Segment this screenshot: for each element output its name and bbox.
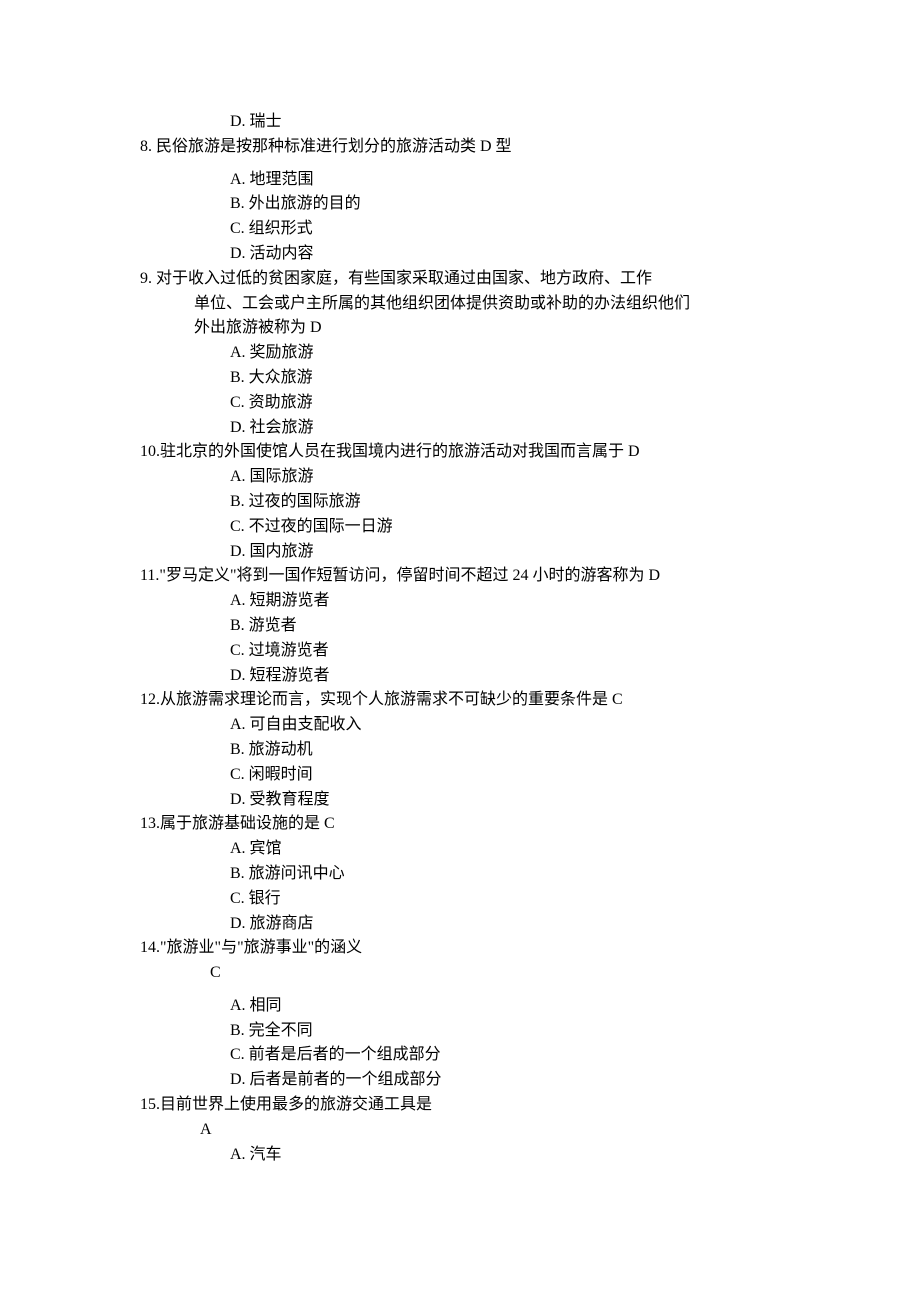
q14-stem: 14."旅游业"与"旅游事业"的涵义	[140, 936, 780, 961]
q13-stem: 13.属于旅游基础设施的是 C	[140, 812, 780, 837]
q12-option-d: D. 受教育程度	[140, 788, 780, 813]
spacer	[140, 160, 780, 168]
q9-option-b: B. 大众旅游	[140, 366, 780, 391]
q11-stem: 11."罗马定义"将到一国作短暂访问，停留时间不超过 24 小时的游客称为 D	[140, 564, 780, 589]
q13-option-b: B. 旅游问讯中心	[140, 862, 780, 887]
q9-option-d: D. 社会旅游	[140, 416, 780, 441]
document-page: D. 瑞士 8. 民俗旅游是按那种标准进行划分的旅游活动类 D 型 A. 地理范…	[0, 0, 920, 1247]
q10-option-a: A. 国际旅游	[140, 465, 780, 490]
q11-option-d: D. 短程游览者	[140, 664, 780, 689]
q9-stem-line1: 9. 对于收入过低的贫困家庭，有些国家采取通过由国家、地方政府、工作	[140, 267, 780, 292]
q14-option-b: B. 完全不同	[140, 1019, 780, 1044]
q12-stem: 12.从旅游需求理论而言，实现个人旅游需求不可缺少的重要条件是 C	[140, 688, 780, 713]
q12-option-c: C. 闲暇时间	[140, 763, 780, 788]
q10-option-d: D. 国内旅游	[140, 540, 780, 565]
q9-option-a: A. 奖励旅游	[140, 341, 780, 366]
spacer	[140, 986, 780, 994]
q8-option-b: B. 外出旅游的目的	[140, 192, 780, 217]
q8-stem: 8. 民俗旅游是按那种标准进行划分的旅游活动类 D 型	[140, 135, 780, 160]
q14-option-c: C. 前者是后者的一个组成部分	[140, 1043, 780, 1068]
q13-option-c: C. 银行	[140, 887, 780, 912]
q10-stem: 10.驻北京的外国使馆人员在我国境内进行的旅游活动对我国而言属于 D	[140, 440, 780, 465]
q12-option-b: B. 旅游动机	[140, 738, 780, 763]
q13-option-a: A. 宾馆	[140, 837, 780, 862]
q15-stem: 15.目前世界上使用最多的旅游交通工具是	[140, 1093, 780, 1118]
q8-option-a: A. 地理范围	[140, 168, 780, 193]
q9-option-c: C. 资助旅游	[140, 391, 780, 416]
q14-answer: C	[140, 961, 780, 986]
q9-stem-line3: 外出旅游被称为 D	[140, 316, 780, 341]
q10-option-b: B. 过夜的国际旅游	[140, 490, 780, 515]
q7-option-d: D. 瑞士	[140, 110, 780, 135]
q14-option-a: A. 相同	[140, 994, 780, 1019]
q9-stem-line2: 单位、工会或户主所属的其他组织团体提供资助或补助的办法组织他们	[140, 292, 780, 317]
q14-option-d: D. 后者是前者的一个组成部分	[140, 1068, 780, 1093]
q15-answer: A	[140, 1118, 780, 1143]
q8-option-d: D. 活动内容	[140, 242, 780, 267]
q11-option-a: A. 短期游览者	[140, 589, 780, 614]
q11-option-b: B. 游览者	[140, 614, 780, 639]
q11-option-c: C. 过境游览者	[140, 639, 780, 664]
q10-option-c: C. 不过夜的国际一日游	[140, 515, 780, 540]
q13-option-d: D. 旅游商店	[140, 912, 780, 937]
q15-option-a: A. 汽车	[140, 1143, 780, 1168]
q8-option-c: C. 组织形式	[140, 217, 780, 242]
q12-option-a: A. 可自由支配收入	[140, 713, 780, 738]
